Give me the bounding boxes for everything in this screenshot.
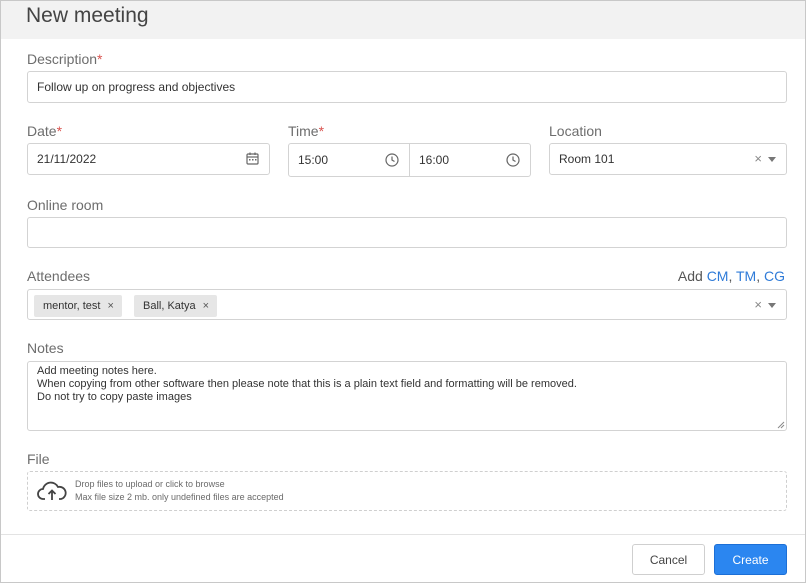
date-input[interactable]: 21/11/2022 (27, 143, 270, 175)
add-cm-link[interactable]: CM (707, 268, 729, 284)
cloud-upload-icon (37, 480, 67, 502)
description-input[interactable]: Follow up on progress and objectives (27, 71, 787, 103)
resize-handle-icon[interactable] (777, 421, 785, 429)
clear-icon[interactable]: × (754, 297, 762, 312)
dropzone-text: Drop files to upload or click to browse (75, 479, 225, 489)
file-label: File (27, 451, 50, 467)
chevron-down-icon[interactable] (768, 303, 776, 308)
dialog-title: New meeting (26, 4, 149, 27)
location-label: Location (549, 123, 602, 139)
attendees-select[interactable]: mentor, test × Ball, Katya × × (27, 289, 787, 320)
new-meeting-dialog: New meeting Description* Follow up on pr… (0, 0, 806, 583)
date-label: Date* (27, 123, 63, 139)
online-room-input[interactable] (27, 217, 787, 248)
dialog-header: New meeting (1, 1, 805, 39)
description-value: Follow up on progress and objectives (37, 80, 236, 94)
cancel-button[interactable]: Cancel (632, 544, 705, 575)
description-label: Description* (27, 51, 103, 67)
add-cg-link[interactable]: CG (764, 268, 785, 284)
add-tm-link[interactable]: TM (736, 268, 756, 284)
online-room-label: Online room (27, 197, 104, 213)
remove-chip-icon[interactable]: × (107, 300, 113, 312)
clear-icon[interactable]: × (754, 151, 762, 166)
clock-icon[interactable] (506, 153, 520, 167)
notes-textarea[interactable]: Add meeting notes here. When copying fro… (27, 361, 787, 431)
dropzone-limit-text: Max file size 2 mb. only undefined files… (75, 492, 284, 502)
chevron-down-icon[interactable] (768, 157, 776, 162)
create-button[interactable]: Create (714, 544, 787, 575)
location-value: Room 101 (559, 152, 615, 166)
remove-chip-icon[interactable]: × (203, 300, 209, 312)
calendar-icon[interactable] (246, 152, 259, 165)
attendee-chip: Ball, Katya × (134, 295, 218, 317)
time-start-value: 15:00 (298, 153, 329, 167)
notes-label: Notes (27, 340, 64, 356)
footer-divider (1, 534, 805, 535)
clock-icon[interactable] (385, 153, 399, 167)
time-end-input[interactable]: 16:00 (409, 143, 531, 177)
time-start-input[interactable]: 15:00 (288, 143, 410, 177)
attendee-chip: mentor, test × (34, 295, 122, 317)
attendees-label: Attendees (27, 268, 91, 284)
time-label: Time* (288, 123, 325, 139)
add-attendees: Add CM, TM, CG (677, 268, 785, 284)
file-dropzone[interactable]: Drop files to upload or click to browse … (27, 471, 787, 511)
date-value: 21/11/2022 (37, 152, 97, 166)
time-end-value: 16:00 (419, 153, 450, 167)
location-select[interactable]: Room 101 × (549, 143, 787, 175)
